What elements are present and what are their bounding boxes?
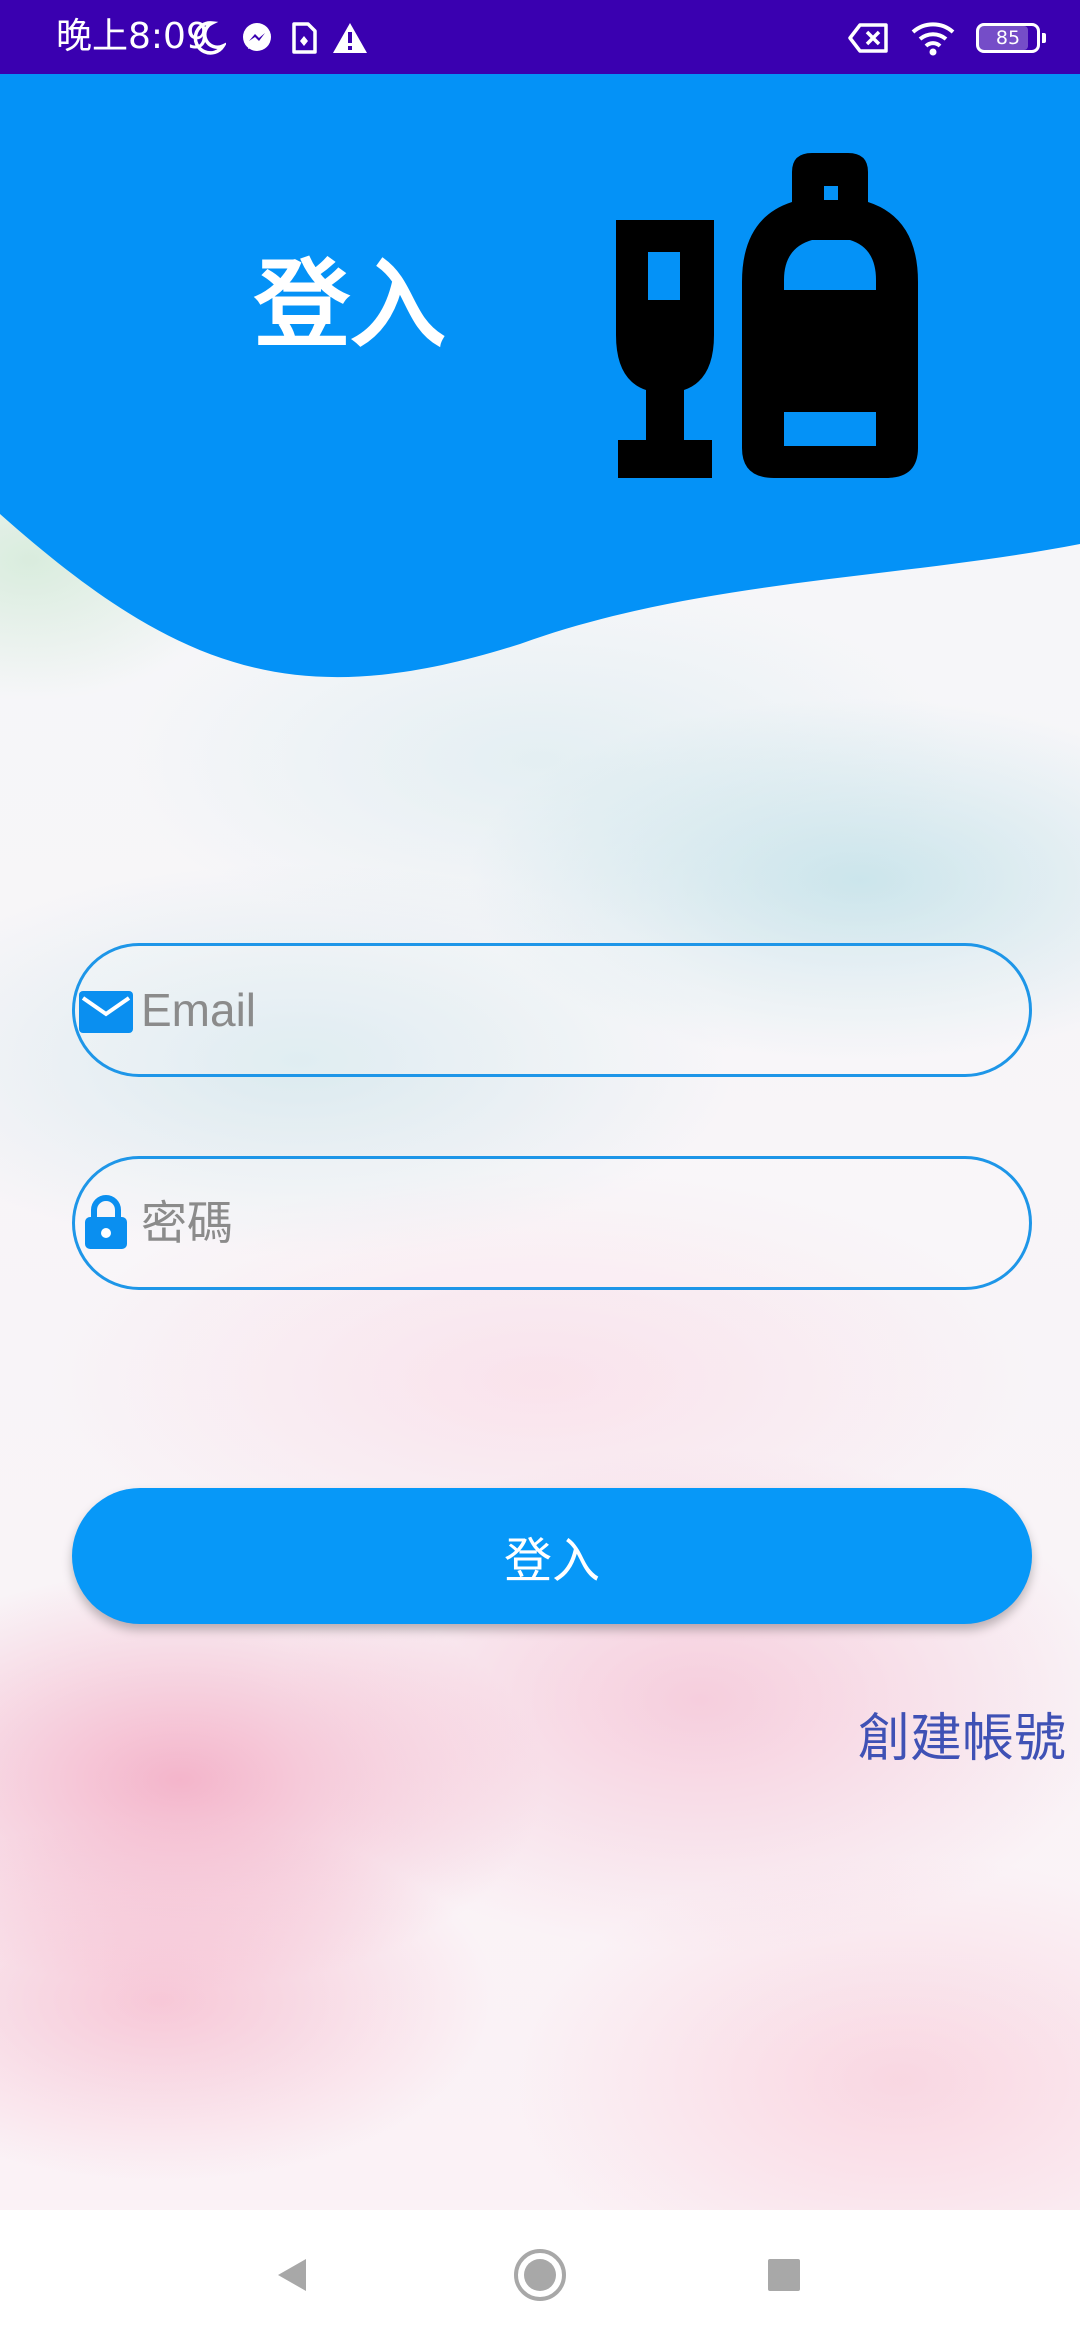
status-icons-left xyxy=(192,20,368,56)
messenger-icon xyxy=(240,21,274,55)
moon-icon xyxy=(192,20,226,56)
wifi-icon xyxy=(910,20,956,56)
mail-icon xyxy=(77,990,135,1034)
warning-icon xyxy=(332,21,368,55)
create-account-link[interactable]: 創建帳號 xyxy=(858,1704,1080,1774)
home-icon[interactable] xyxy=(510,2245,570,2305)
login-button[interactable]: 登入 xyxy=(72,1488,1032,1624)
recent-apps-icon[interactable] xyxy=(754,2245,814,2305)
status-bar: 晚上8:09 85 xyxy=(0,0,1080,74)
back-icon[interactable] xyxy=(262,2245,322,2305)
battery-percent: 85 xyxy=(995,27,1021,49)
wine-glass-bottle-icon xyxy=(616,153,918,478)
page-title: 登入 xyxy=(254,249,446,361)
email-input[interactable] xyxy=(141,946,1001,1074)
battery-icon: 85 xyxy=(976,23,1046,53)
password-input[interactable] xyxy=(141,1159,1001,1287)
password-field[interactable] xyxy=(72,1156,1032,1290)
data-off-icon xyxy=(848,21,890,55)
email-field[interactable] xyxy=(72,943,1032,1077)
status-time: 晚上8:09 xyxy=(56,16,209,57)
status-icons-right: 85 xyxy=(848,18,1046,58)
navigation-bar xyxy=(0,2210,1080,2340)
lock-icon xyxy=(77,1195,135,1249)
sim-icon xyxy=(288,21,318,55)
